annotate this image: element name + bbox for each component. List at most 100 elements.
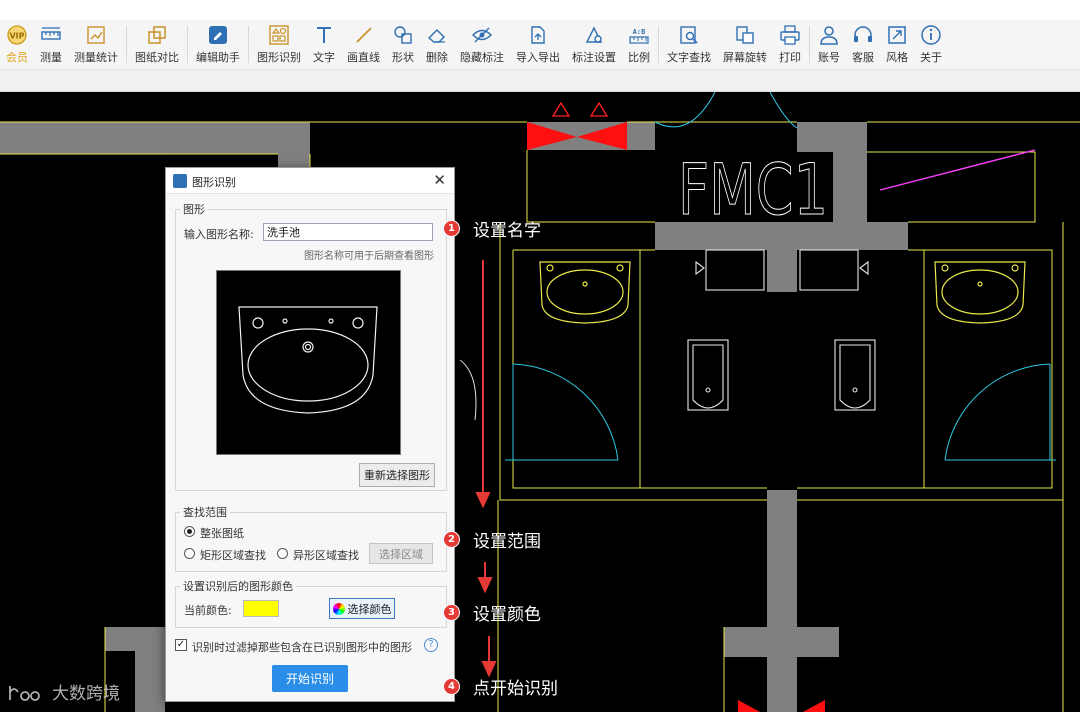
dialog-titlebar[interactable]: 图形识别 ✕ xyxy=(166,168,454,194)
toolbar-label: 画直线 xyxy=(347,51,380,64)
sink-left xyxy=(539,261,631,324)
hide-icon xyxy=(472,27,492,43)
compare-icon xyxy=(148,26,166,44)
step-1: 1 设置名字 xyxy=(443,216,541,241)
toolbar-vip[interactable]: VIP 会员 xyxy=(0,20,34,69)
toolbar-print[interactable]: 打印 xyxy=(773,20,807,69)
shape-group-legend: 图形 xyxy=(183,203,205,216)
toolbar-import-export[interactable]: 导入导出 xyxy=(510,20,566,69)
toolbar-text-search[interactable]: 文字查找 xyxy=(661,20,717,69)
filter-checkbox[interactable]: ✓ xyxy=(175,639,187,651)
toolbar-text[interactable]: 文字 xyxy=(307,20,341,69)
annotation-settings-icon xyxy=(585,26,603,43)
print-icon xyxy=(780,25,800,45)
step-number-badge: 4 xyxy=(443,678,460,695)
toolbar-compare[interactable]: 图纸对比 xyxy=(129,20,185,69)
current-color-label: 当前颜色: xyxy=(184,604,232,617)
toolbar-label: 文字查找 xyxy=(667,51,711,64)
toolbar-shape[interactable]: 形状 xyxy=(386,20,420,69)
watermark: 大数跨境 xyxy=(8,679,120,704)
step-4: 4 点开始识别 xyxy=(443,674,558,699)
toolbar-hide-annotations[interactable]: 隐藏标注 xyxy=(454,20,510,69)
toolbar-label: 图形识别 xyxy=(257,51,301,64)
line-icon xyxy=(355,27,372,43)
name-hint: 图形名称可用于后期查看图形 xyxy=(304,251,434,262)
toolbar-support[interactable]: 客服 xyxy=(846,20,880,69)
filter-label: 识别时过滤掉那些包含在已识别图形中的图形 xyxy=(192,641,412,654)
toolbar-label: 删除 xyxy=(426,51,448,64)
toolbar-separator xyxy=(187,26,188,63)
dialog-title: 图形识别 xyxy=(192,176,236,189)
select-area-button[interactable]: 选择区域 xyxy=(369,543,433,564)
pick-color-button[interactable]: 选择颜色 xyxy=(329,598,395,619)
toolbar-separator xyxy=(248,26,249,63)
toolbar-separator xyxy=(658,26,659,63)
sink-right xyxy=(934,261,1026,324)
watermark-text: 大数跨境 xyxy=(52,684,120,704)
text-search-icon xyxy=(680,26,698,44)
svg-text:A:B: A:B xyxy=(633,28,646,36)
scope-radio-rect[interactable] xyxy=(184,548,195,559)
toolbar-label: 屏幕旋转 xyxy=(723,51,767,64)
info-icon xyxy=(921,25,941,45)
room-label: FMC1 xyxy=(678,149,828,231)
text-icon xyxy=(317,27,331,43)
toolbar-label: 形状 xyxy=(392,51,414,64)
scope-radio-irregular[interactable] xyxy=(277,548,288,559)
help-icon[interactable]: ? xyxy=(424,638,438,652)
toolbar-label: 账号 xyxy=(818,51,840,64)
watermark-logo-icon xyxy=(9,685,40,701)
toolbar-annotation-settings[interactable]: 标注设置 xyxy=(566,20,622,69)
reselect-shape-button[interactable]: 重新选择图形 xyxy=(359,463,435,487)
style-icon xyxy=(888,26,906,44)
toolbar-label: 客服 xyxy=(852,51,874,64)
toolbar-shape-recognition[interactable]: 图形识别 xyxy=(251,20,307,69)
toolbar-rotate-screen[interactable]: 屏幕旋转 xyxy=(717,20,773,69)
scope-label-rect: 矩形区域查找 xyxy=(200,549,266,562)
toolbar-status-band xyxy=(0,70,1080,92)
toolbar-line[interactable]: 画直线 xyxy=(341,20,386,69)
toolbar-scale[interactable]: A:B 比例 xyxy=(622,20,656,69)
step-number-badge: 3 xyxy=(443,604,460,621)
edit-assistant-icon xyxy=(209,26,227,44)
eraser-icon xyxy=(427,29,445,43)
scope-label-irregular: 异形区域查找 xyxy=(293,549,359,562)
main-toolbar: VIP 会员 测量 测量统计 图纸对比 编辑助手 图形识别 文字 画直线 形状 … xyxy=(0,20,1080,70)
toolbar-measure-stats[interactable]: 测量统计 xyxy=(68,20,124,69)
scope-group-legend: 查找范围 xyxy=(183,506,227,519)
shape-name-input[interactable] xyxy=(263,223,433,241)
toolbar-label: 编辑助手 xyxy=(196,51,240,64)
svg-text:VIP: VIP xyxy=(9,32,24,41)
scale-icon: A:B xyxy=(629,28,649,44)
scope-radio-whole[interactable] xyxy=(184,526,195,537)
shape-recognition-icon xyxy=(269,25,289,45)
start-recognition-button[interactable]: 开始识别 xyxy=(272,665,348,692)
rotate-screen-icon xyxy=(736,26,754,44)
toolbar-style[interactable]: 风格 xyxy=(880,20,914,69)
shape-icon xyxy=(394,26,412,44)
measure-stats-icon xyxy=(87,26,105,44)
color-group-legend: 设置识别后的图形颜色 xyxy=(183,580,293,593)
toolbar-label: 测量统计 xyxy=(74,51,118,64)
toolbar-measure[interactable]: 测量 xyxy=(34,20,68,69)
app-icon xyxy=(173,174,187,188)
scope-label-whole: 整张图纸 xyxy=(200,527,244,540)
toolbar-edit-assistant[interactable]: 编辑助手 xyxy=(190,20,246,69)
shape-recognition-dialog: 图形识别 ✕ 图形 输入图形名称: 图形名称可用于后期查看图形 重新选择图形 查… xyxy=(165,167,455,702)
toolbar-separator xyxy=(126,26,127,63)
toolbar-label: 打印 xyxy=(779,51,801,64)
step-number-badge: 2 xyxy=(443,531,460,548)
toolbar-delete[interactable]: 删除 xyxy=(420,20,454,69)
toolbar-account[interactable]: 账号 xyxy=(812,20,846,69)
toolbar-label: 文字 xyxy=(313,51,335,64)
pick-color-label: 选择颜色 xyxy=(347,602,392,616)
toolbar-about[interactable]: 关于 xyxy=(914,20,948,69)
toolbar-label: 导入导出 xyxy=(516,51,560,64)
step-number-badge: 1 xyxy=(443,220,460,237)
toolbar-separator xyxy=(809,26,810,63)
vip-icon: VIP xyxy=(7,25,27,45)
toolbar-label: 会员 xyxy=(6,51,28,64)
step-text: 点开始识别 xyxy=(473,679,558,699)
close-icon[interactable]: ✕ xyxy=(433,171,446,189)
step-text: 设置名字 xyxy=(473,221,541,241)
